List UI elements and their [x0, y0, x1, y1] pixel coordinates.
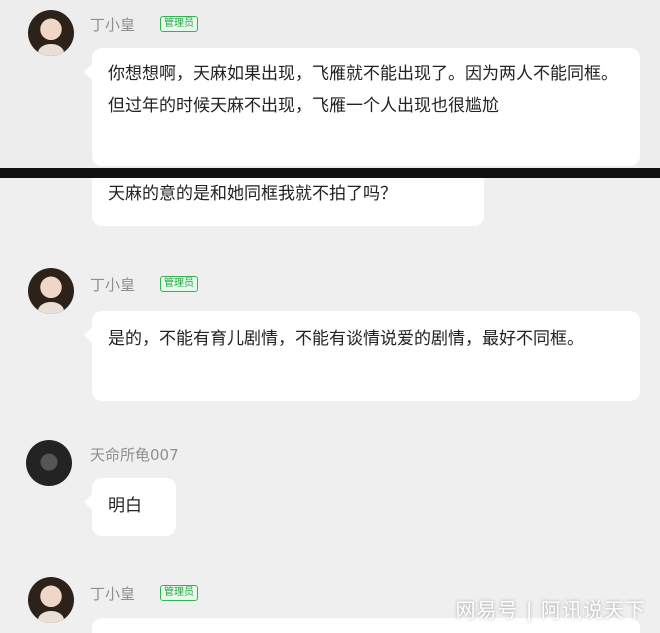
- avatar[interactable]: [28, 577, 74, 623]
- chat-panel-bottom: 天麻的意的是和她同框我就不拍了吗？ 丁小皇 管理员 是的，不能有育儿剧情，不能有…: [0, 178, 660, 633]
- sender-name[interactable]: 丁小皇: [90, 274, 135, 295]
- avatar[interactable]: [28, 10, 74, 56]
- message-bubble[interactable]: 天麻的意的是和她同框我就不拍了吗？: [92, 178, 484, 226]
- sender-name[interactable]: 天命所龟007: [90, 444, 179, 465]
- watermark: 网易号 | 阿讯说天下: [455, 598, 646, 622]
- admin-badge: 管理员: [160, 585, 198, 601]
- message-bubble[interactable]: 你想想啊，天麻如果出现，飞雁就不能出现了。因为两人不能同框。但过年的时候天麻不出…: [84, 48, 640, 166]
- message-text: 是的，不能有育儿剧情，不能有谈情说爱的剧情，最好不同框。: [108, 329, 584, 349]
- sender-name[interactable]: 丁小皇: [90, 583, 135, 604]
- message-bubble[interactable]: 是的，不能有育儿剧情，不能有谈情说爱的剧情，最好不同框。: [84, 311, 640, 401]
- message-text: 天麻的意的是和她同框我就不拍了吗？: [108, 184, 397, 204]
- admin-badge: 管理员: [160, 16, 198, 32]
- admin-badge: 管理员: [160, 276, 198, 292]
- message-bubble[interactable]: 明白: [84, 478, 176, 536]
- chat-panel-top: 丁小皇 管理员 你想想啊，天麻如果出现，飞雁就不能出现了。因为两人不能同框。但过…: [0, 0, 660, 168]
- message-text: 明白: [108, 496, 142, 516]
- avatar[interactable]: [28, 268, 74, 314]
- message-text: 你想想啊，天麻如果出现，飞雁就不能出现了。因为两人不能同框。但过年的时候天麻不出…: [108, 64, 618, 116]
- panel-divider: [0, 168, 660, 178]
- avatar[interactable]: [26, 440, 72, 486]
- sender-name[interactable]: 丁小皇: [90, 14, 135, 35]
